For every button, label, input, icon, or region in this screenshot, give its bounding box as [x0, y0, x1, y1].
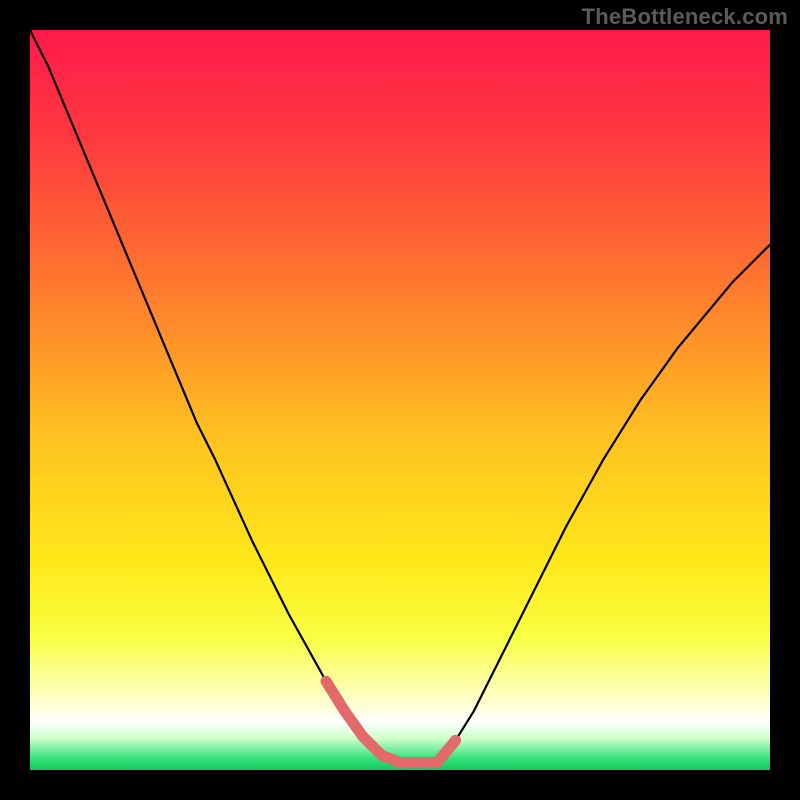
chart-frame: TheBottleneck.com [0, 0, 800, 800]
plot-background [30, 30, 770, 770]
chart-svg [0, 0, 800, 800]
